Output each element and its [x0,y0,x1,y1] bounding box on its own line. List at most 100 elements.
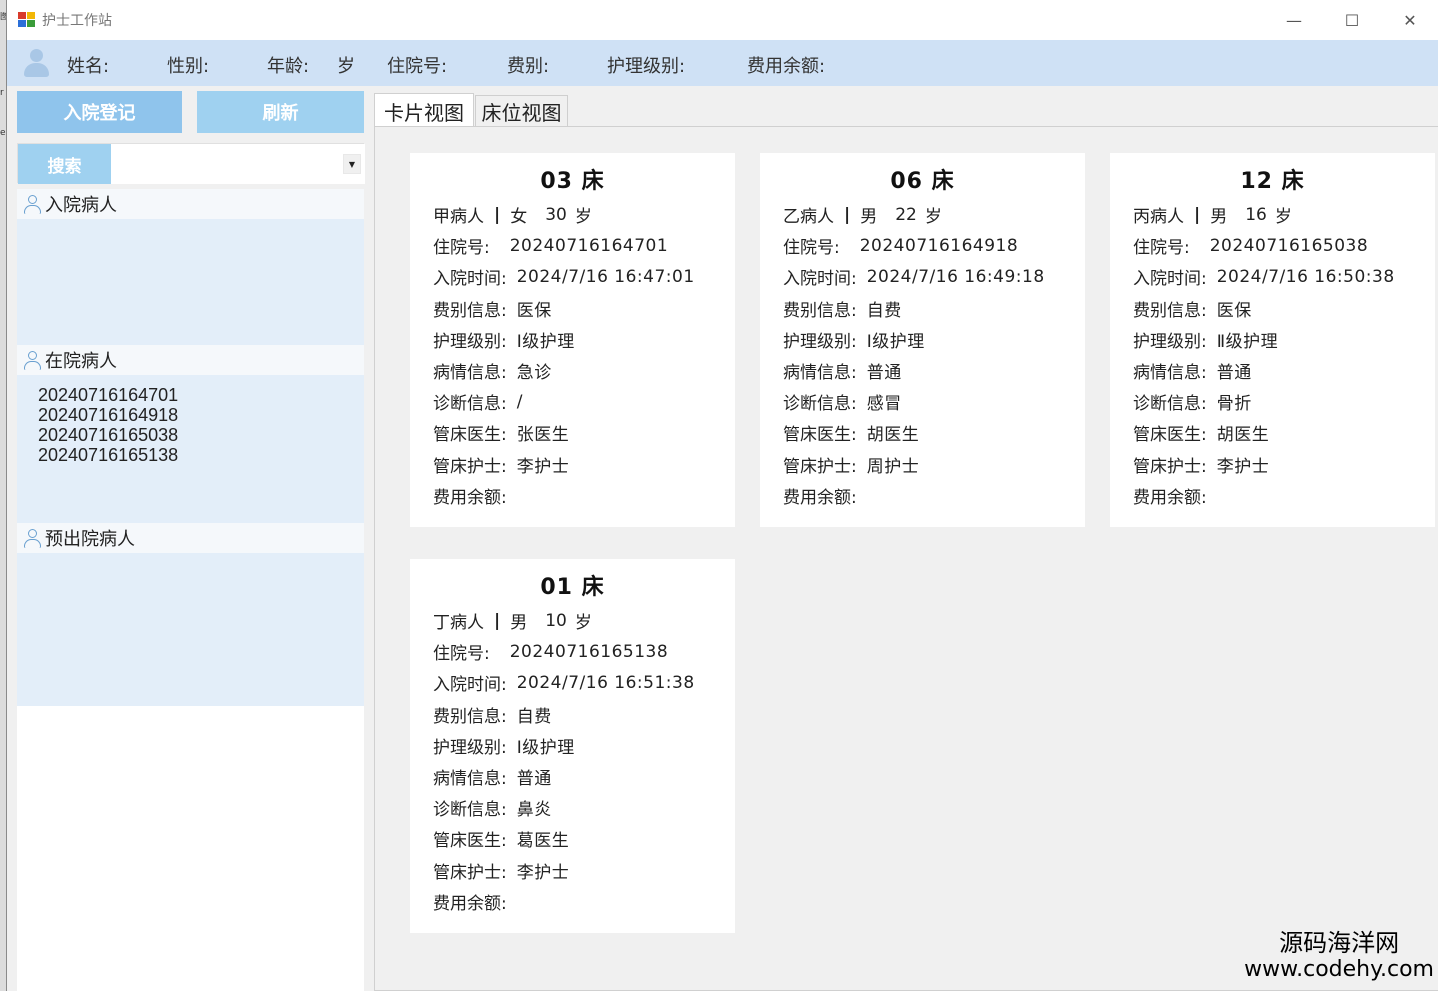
group-header-admitted[interactable]: 入院病人 [17,189,364,219]
card-field-admission-no: 住院号: 20240716165038 [1110,230,1435,261]
bed-card[interactable]: 06 床乙病人 | 男 22 岁住院号: 20240716164918 入院时间: 2024/… [760,153,1085,527]
window-controls: — ☐ ✕ [1265,0,1438,40]
field-label: 住院号: [433,644,490,665]
tab-bed-view[interactable]: 床位视图 [475,95,568,127]
chevron-down-icon[interactable]: ▼ [343,154,361,174]
card-field-care-level: 护理级别: Ⅰ级护理 [410,324,735,355]
card-field-care-level: 护理级别: Ⅰ级护理 [760,324,1085,355]
title-bar[interactable]: 护士工作站 — ☐ ✕ [7,0,1438,40]
field-value: 普通 [516,769,552,790]
field-value: Ⅰ级护理 [516,331,575,352]
bed-number: 06 床 [890,169,955,194]
patient-gender: 男 [1210,207,1228,228]
refresh-button[interactable]: 刷新 [197,91,364,133]
balance-label: 费用余额: [747,56,826,77]
gender-label: 性别: [167,56,210,77]
separator: | [494,610,501,631]
field-label: 管床护士: [783,456,857,477]
person-icon [23,194,43,214]
card-field-admission-time: 入院时间: 2024/7/16 16:49:18 [760,261,1085,292]
separator: | [844,204,851,225]
field-label: 费别信息: [783,300,857,321]
person-icon [23,528,43,548]
field-label: 诊断信息: [783,394,857,415]
fee-type-label: 费别: [507,56,550,77]
age-unit: 岁 [924,207,942,228]
bed-card[interactable]: 03 床甲病人 | 女 30 岁住院号: 20240716164701 入院时间: 2024/… [410,153,735,527]
field-value: 李护士 [1216,456,1270,477]
field-label: 管床医生: [433,831,507,852]
card-field-balance: 费用余额: [410,886,735,917]
search-button[interactable]: 搜索 [18,144,111,184]
field-label: 入院时间: [783,269,857,290]
patient-summary: 乙病人 | 男 22 岁 [760,199,1085,230]
field-value: 20240716164918 [859,235,1019,256]
field-label: 护理级别: [433,737,507,758]
patient-gender: 女 [510,207,528,228]
field-value: 胡医生 [866,425,920,446]
field-value: 胡医生 [1216,425,1270,446]
field-value: 李护士 [516,862,570,883]
card-field-admission-no: 住院号: 20240716165138 [410,636,735,667]
minimize-button[interactable]: — [1265,0,1323,40]
field-value: 自费 [866,300,902,321]
age-unit: 岁 [574,207,592,228]
card-field-admission-no: 住院号: 20240716164918 [760,230,1085,261]
field-value: Ⅱ级护理 [1216,331,1279,352]
close-button[interactable]: ✕ [1381,0,1438,40]
card-field-condition: 病情信息: 普通 [760,355,1085,386]
patient-age: 16 [1245,204,1267,225]
search-select[interactable]: ▼ [111,144,365,184]
field-value: 急诊 [516,363,552,384]
list-item[interactable]: 20240716164918 [38,405,364,425]
field-label: 病情信息: [783,363,857,384]
card-field-diagnosis: 诊断信息: / [410,386,735,417]
admit-button[interactable]: 入院登记 [17,91,182,133]
maximize-button[interactable]: ☐ [1323,0,1381,40]
bed-card[interactable]: 12 床丙病人 | 男 16 岁住院号: 20240716165038 入院时间: 2024/… [1110,153,1435,527]
card-field-nurse: 管床护士: 李护士 [410,449,735,480]
care-level-label: 护理级别: [607,56,686,77]
field-value: 医保 [516,300,552,321]
card-field-diagnosis: 诊断信息: 骨折 [1110,386,1435,417]
field-label: 管床医生: [433,425,507,446]
bed-number: 12 床 [1240,169,1305,194]
field-label: 费用余额: [1133,487,1207,508]
bed-number: 03 床 [540,169,605,194]
field-label: 费用余额: [433,487,507,508]
card-field-fee-info: 费别信息: 自费 [760,293,1085,324]
list-item[interactable]: 20240716164701 [38,385,364,405]
patient-summary: 甲病人 | 女 30 岁 [410,199,735,230]
patient-age: 30 [545,204,567,225]
person-icon [23,350,43,370]
card-field-balance: 费用余额: [760,480,1085,511]
card-field-diagnosis: 诊断信息: 感冒 [760,386,1085,417]
card-field-nurse: 管床护士: 李护士 [1110,449,1435,480]
card-field-admission-time: 入院时间: 2024/7/16 16:51:38 [410,667,735,698]
patient-summary: 丙病人 | 男 16 岁 [1110,199,1435,230]
age-label: 年龄: [267,56,310,77]
bed-card[interactable]: 01 床丁病人 | 男 10 岁住院号: 20240716165138 入院时间: 2024/… [410,559,735,933]
card-field-condition: 病情信息: 普通 [410,761,735,792]
field-label: 护理级别: [783,331,857,352]
group-list-pre-discharge [17,553,364,706]
card-field-balance: 费用余额: [410,480,735,511]
field-value: 自费 [516,706,552,727]
field-label: 护理级别: [1133,331,1207,352]
group-header-pre-discharge[interactable]: 预出院病人 [17,523,364,553]
field-label: 住院号: [783,238,840,259]
field-value: 20240716164701 [509,235,669,256]
watermark: 源码海洋网 www.codehy.com [1244,929,1434,983]
group-header-inpatient[interactable]: 在院病人 [17,345,364,375]
avatar-icon [21,47,51,79]
list-item[interactable]: 20240716165138 [38,445,364,465]
field-label: 管床医生: [1133,425,1207,446]
field-label: 费别信息: [433,300,507,321]
field-label: 病情信息: [1133,363,1207,384]
tab-card-view[interactable]: 卡片视图 [374,93,474,128]
patient-name: 甲病人 [433,207,484,228]
list-item[interactable]: 20240716165038 [38,425,364,445]
card-field-care-level: 护理级别: Ⅱ级护理 [1110,324,1435,355]
field-value: Ⅰ级护理 [516,737,575,758]
card-field-admission-no: 住院号: 20240716164701 [410,230,735,261]
